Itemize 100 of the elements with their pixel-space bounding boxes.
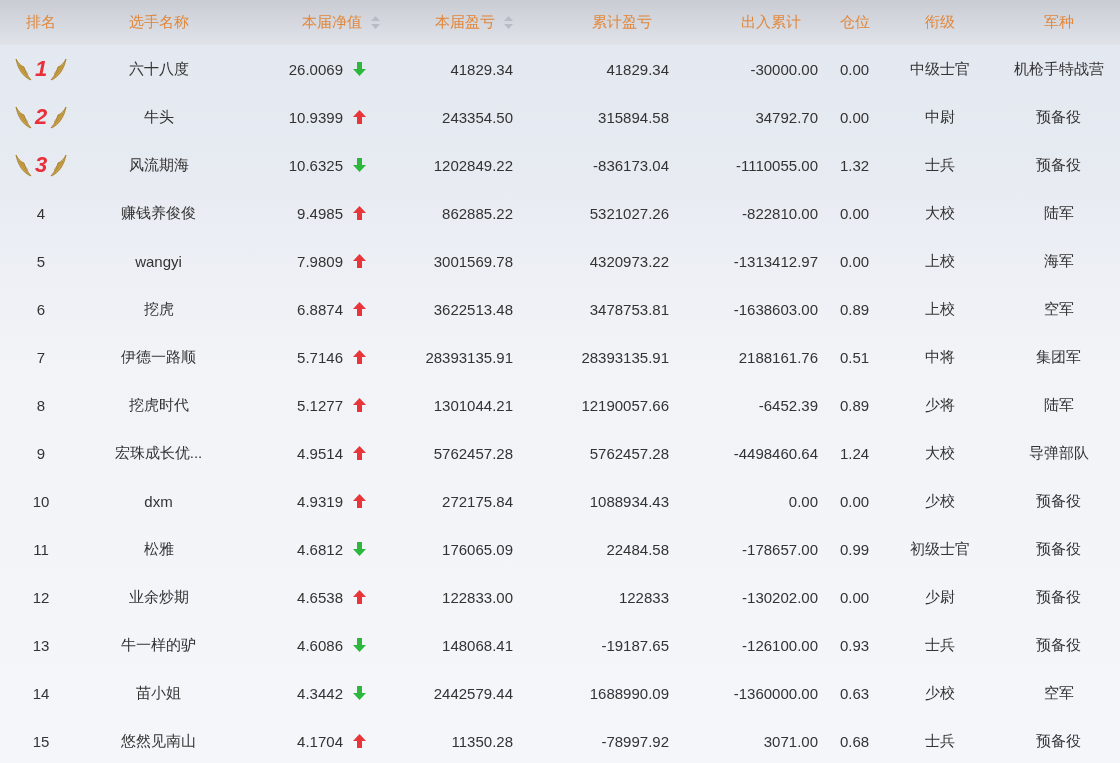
player-name[interactable]: 宏珠成长优... (82, 443, 235, 463)
table-cell-text: -126100.00 (741, 636, 819, 654)
table-cell-text: 导弹部队 (1027, 443, 1090, 463)
table-cell-text: 上校 (923, 251, 956, 271)
table-cell-text: 11350.28 (450, 732, 514, 750)
table-cell-text: -1360000.00 (732, 684, 819, 702)
table-cell-text: 士兵 (923, 155, 956, 175)
rank-number: 9 (35, 444, 47, 462)
table-cell-text: 上校 (923, 299, 956, 319)
table-cell-text: 预备役 (1035, 539, 1082, 559)
table-cell-text: 少校 (923, 683, 956, 703)
table-cell: 5.1277 (297, 396, 343, 414)
table-cell-text: 0.89 (838, 396, 871, 414)
player-name[interactable]: 业余炒期 (82, 587, 235, 607)
table-cell: 9.4985 (297, 204, 343, 222)
player-name[interactable]: dxm (82, 492, 235, 510)
table-cell-text: 预备役 (1035, 107, 1082, 127)
column-header: 军种 (1043, 13, 1074, 32)
table-cell-text: 41829.34 (605, 60, 670, 78)
table-cell-text: 空军 (1042, 299, 1075, 319)
table-cell-text: 中级士官 (908, 59, 971, 79)
table-cell-text: 1301044.21 (432, 396, 514, 414)
table-cell: 26.0069 (288, 60, 343, 78)
player-name[interactable]: 风流期海 (82, 155, 235, 175)
player-name[interactable]: 牛一样的驴 (82, 635, 235, 655)
rank-number: 4 (35, 204, 47, 222)
table-cell-text: 0.00 (838, 252, 871, 270)
table-cell-text: 陆军 (1042, 395, 1075, 415)
table-cell-text: 0.93 (838, 636, 871, 654)
table-cell-text: 集团军 (1035, 347, 1082, 367)
table-cell-text: 0.00 (838, 108, 871, 126)
table-cell-text: 1202849.22 (432, 156, 514, 174)
player-name[interactable]: 牛头 (82, 107, 235, 127)
table-cell-text: 大校 (923, 203, 956, 223)
table-cell-text: 少将 (923, 395, 956, 415)
table-cell-text: -6452.39 (757, 396, 819, 414)
table-cell-text: 海军 (1042, 251, 1075, 271)
player-name[interactable]: 松雅 (82, 539, 235, 559)
table-cell-text: 0.89 (838, 300, 871, 318)
table-cell: 4.1704 (297, 732, 343, 750)
rank-number: 12 (31, 588, 51, 606)
table-cell-text: -19187.65 (600, 636, 670, 654)
table-cell-text: 中将 (923, 347, 956, 367)
table-cell-text: 2188161.76 (737, 348, 819, 366)
table-cell-text: 预备役 (1035, 491, 1082, 511)
player-name[interactable]: wangyi (82, 252, 235, 270)
table-cell: 10.9399 (288, 108, 343, 126)
table-cell-text: 1.24 (838, 444, 871, 462)
player-name[interactable]: 挖虎 (82, 299, 235, 319)
player-name[interactable]: 挖虎时代 (82, 395, 235, 415)
table-cell: 7.9809 (297, 252, 343, 270)
table-cell-text: 0.68 (838, 732, 871, 750)
table-cell-text: 3622513.48 (432, 300, 514, 318)
column-header: 衔级 (924, 13, 955, 32)
table-cell-text: 243354.50 (441, 108, 514, 126)
table-cell-text: 3071.00 (762, 732, 819, 750)
player-name[interactable]: 赚钱养俊俊 (82, 203, 235, 223)
rank-number: 14 (31, 684, 51, 702)
table-cell: 10.6325 (288, 156, 343, 174)
player-name[interactable]: 伊德一路顺 (82, 347, 235, 367)
sort-icon[interactable] (371, 16, 380, 29)
table-cell: 5.7146 (297, 348, 343, 366)
table-cell: 4.3442 (297, 684, 343, 702)
table-cell: 4.6086 (297, 636, 343, 654)
wing-icon (14, 57, 33, 81)
sort-icon[interactable] (504, 16, 513, 29)
table-cell-text: 0.63 (838, 684, 871, 702)
table-cell-text: 272175.84 (441, 492, 514, 510)
table-cell-text: 862885.22 (441, 204, 514, 222)
column-header: 出入累计 (741, 13, 801, 32)
table-cell-text: 3001569.78 (432, 252, 514, 270)
table-cell-text: 28393135.91 (424, 348, 514, 366)
column-header: 排名 (26, 13, 56, 32)
table-cell-text: 1688990.09 (588, 684, 670, 702)
table-cell: 6.8874 (297, 300, 343, 318)
wing-icon (49, 153, 68, 177)
table-cell-text: 22484.58 (605, 540, 670, 558)
table-cell-text: 2442579.44 (432, 684, 514, 702)
table-cell-text: 5762457.28 (588, 444, 670, 462)
table-cell-text: 空军 (1042, 683, 1075, 703)
table-cell-text: 0.99 (838, 540, 871, 558)
table-cell: 4.6812 (297, 540, 343, 558)
player-name[interactable]: 悠然见南山 (82, 731, 235, 751)
table-cell-text: 0.00 (838, 588, 871, 606)
rank-number: 11 (32, 540, 50, 558)
table-cell-text: 122833.00 (441, 588, 514, 606)
table-cell-text: 5762457.28 (432, 444, 514, 462)
table-cell-text: -178657.00 (741, 540, 819, 558)
table-cell-text: -836173.04 (592, 156, 670, 174)
table-cell-text: 122833 (617, 588, 670, 606)
wing-icon (49, 57, 68, 81)
table-cell-text: 0.00 (838, 60, 871, 78)
table-cell-text: 士兵 (923, 635, 956, 655)
player-name[interactable]: 六十八度 (82, 59, 235, 79)
table-cell-text: 大校 (923, 443, 956, 463)
table-cell-text: 315894.58 (597, 108, 670, 126)
table-cell-text: 3478753.81 (588, 300, 670, 318)
player-name[interactable]: 苗小姐 (82, 683, 235, 703)
wing-icon (14, 105, 33, 129)
rank-number: 3 (34, 152, 48, 178)
